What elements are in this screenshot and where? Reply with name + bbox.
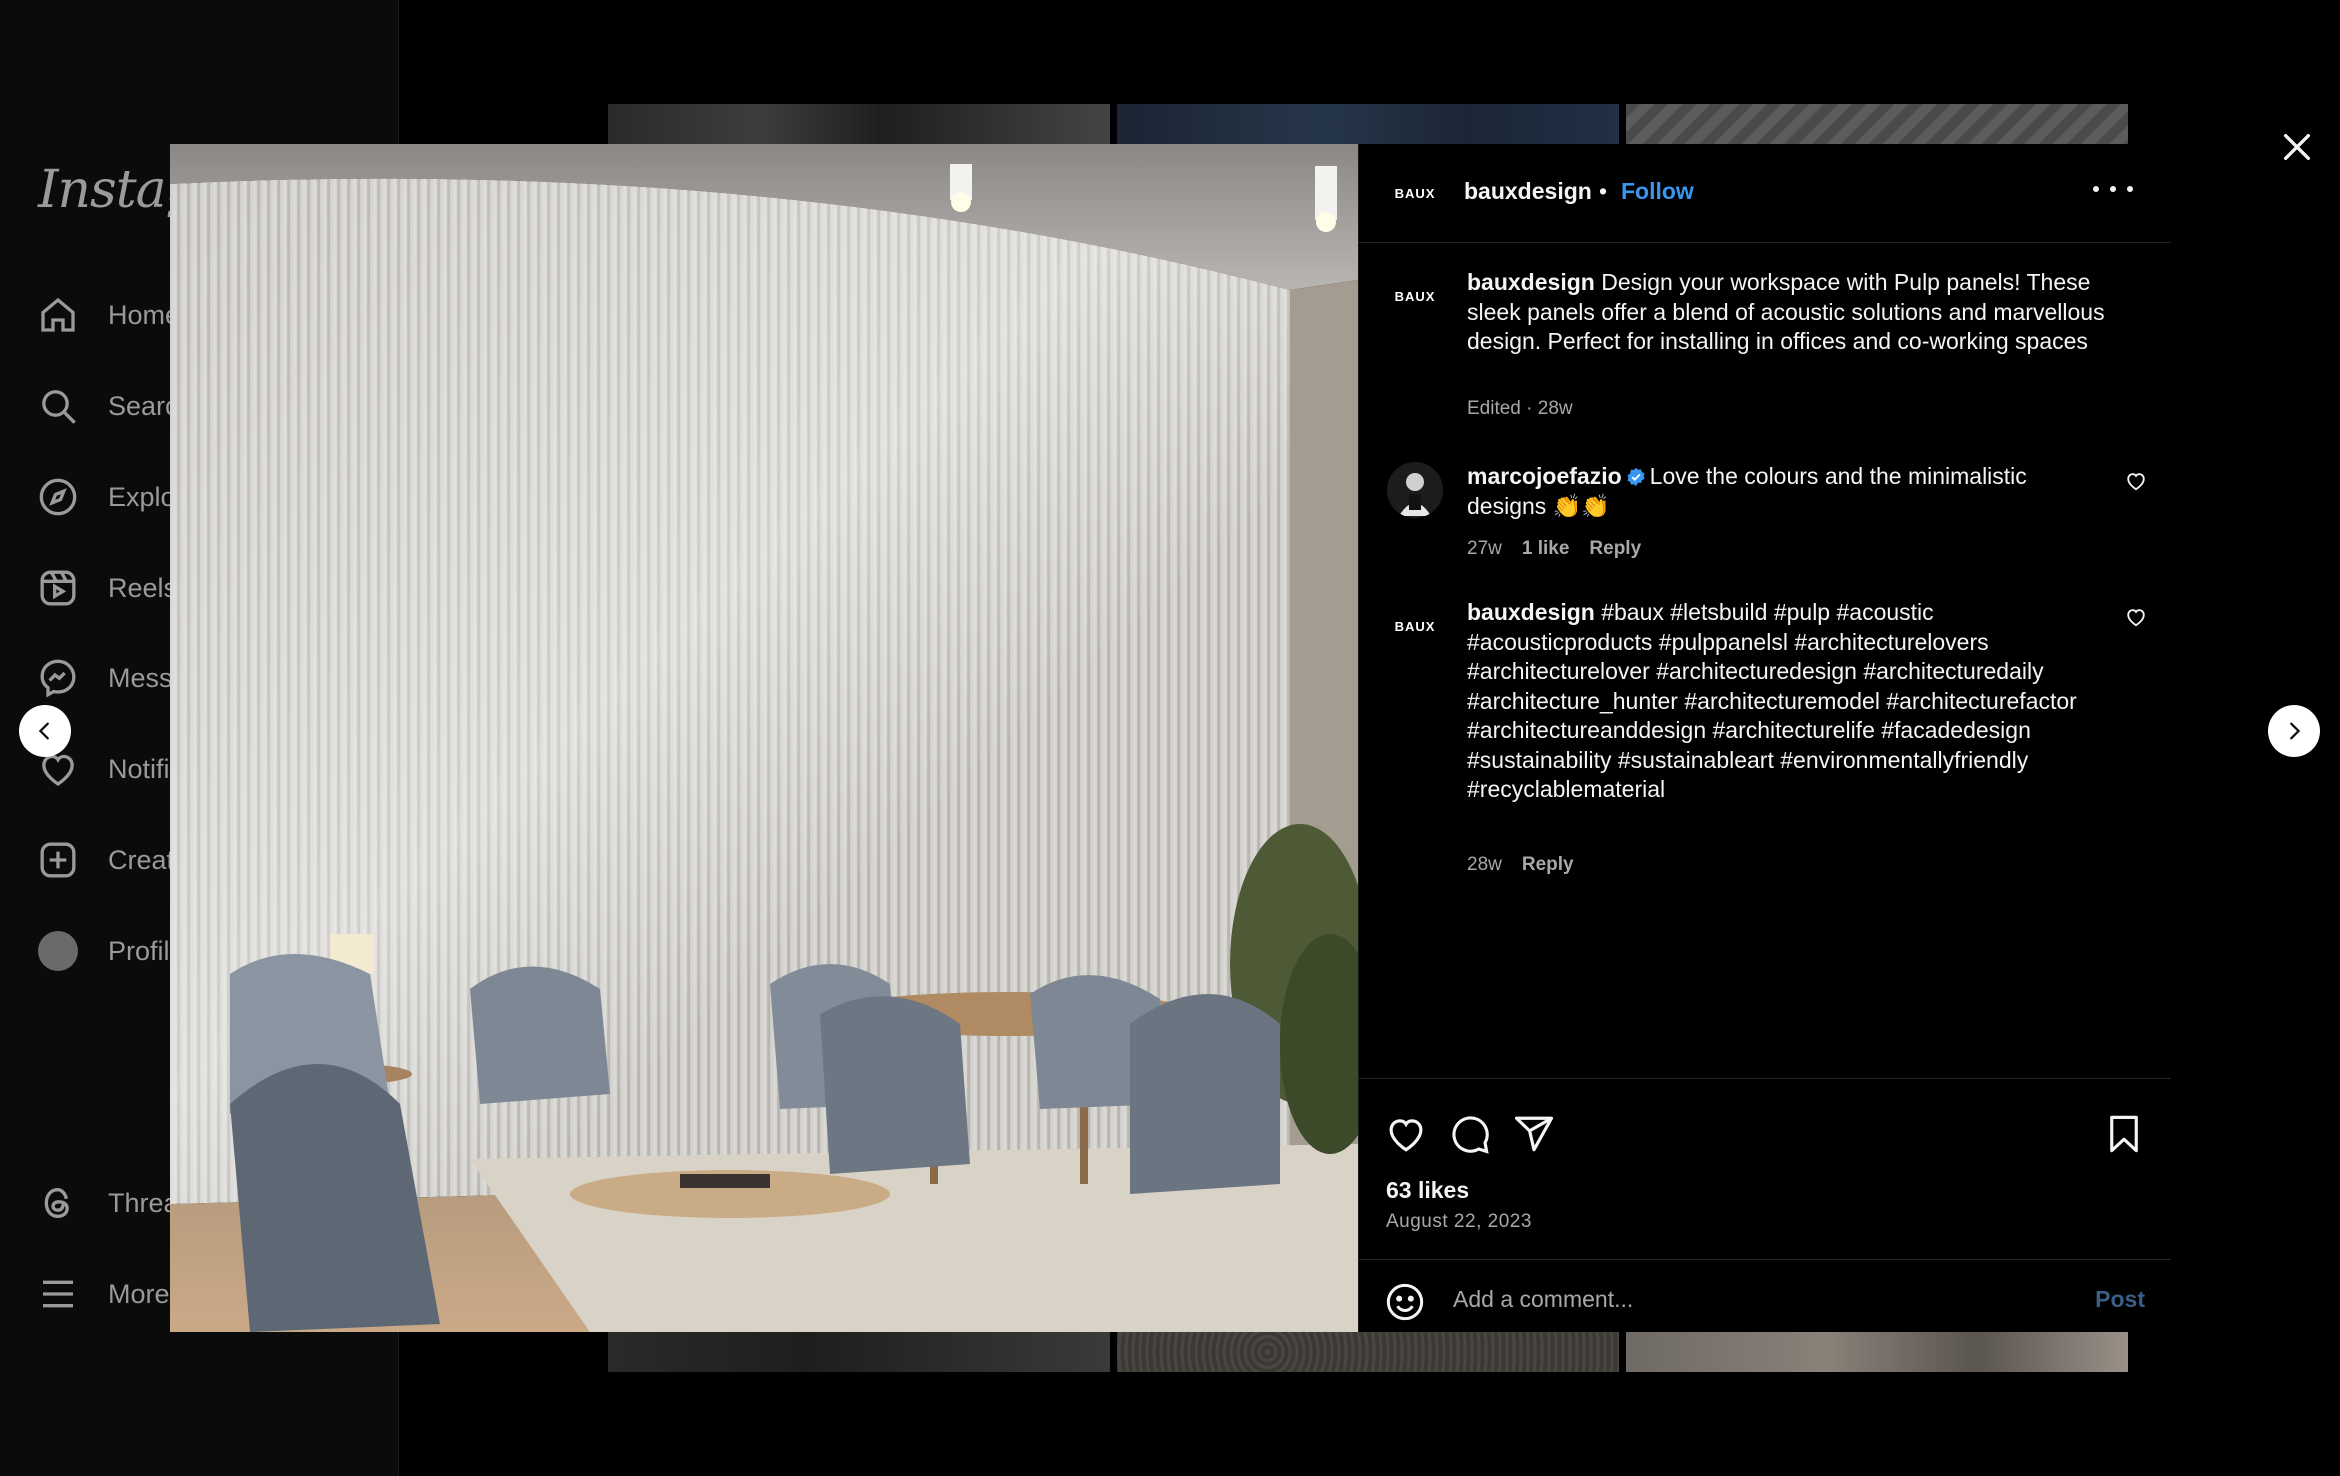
like-heart-icon[interactable] [1385, 1113, 1427, 1155]
post-photo [170, 144, 1358, 1332]
caption-timestamp: Edited · 28w [1467, 398, 1573, 419]
comment-bubble-icon[interactable] [1449, 1113, 1491, 1155]
comment-username[interactable]: bauxdesign [1467, 599, 1595, 625]
compass-icon [39, 478, 77, 516]
more-options-icon[interactable] [2093, 174, 2133, 204]
avatar[interactable]: BAUX [1387, 268, 1443, 324]
comment-username[interactable]: marcojoefazio [1467, 463, 1622, 489]
comment-meta: 28w Reply [1467, 854, 1574, 876]
chevron-left-icon [38, 722, 49, 740]
reels-icon [40, 570, 76, 606]
separator-dot: • [1599, 178, 1608, 204]
post-image[interactable] [170, 144, 1358, 1332]
caption-username[interactable]: bauxdesign [1467, 269, 1595, 295]
grid-thumbnail[interactable] [608, 1332, 1110, 1372]
sidebar-item-more[interactable]: More [38, 1264, 170, 1324]
reply-button[interactable]: Reply [1522, 854, 1574, 876]
comment-timestamp: 27w [1467, 538, 1502, 559]
comment-meta: 27w 1 like Reply [1467, 538, 1641, 560]
post-details-panel: BAUX bauxdesign • Follow BAUX bauxdesign… [1358, 144, 2171, 1332]
grid-thumbnail[interactable] [1626, 104, 2128, 144]
grid-thumbnail[interactable] [608, 104, 1110, 144]
close-icon[interactable] [2280, 130, 2314, 164]
bookmark-icon[interactable] [2103, 1113, 2145, 1155]
search-icon [42, 390, 76, 424]
next-post-button[interactable] [2268, 705, 2320, 757]
sidebar-item-home[interactable]: Home [38, 285, 180, 345]
chevron-right-icon [2290, 722, 2301, 740]
post-header: BAUX bauxdesign • Follow [1359, 144, 2171, 243]
avatar[interactable] [1387, 462, 1443, 518]
menu-icon [43, 1280, 73, 1308]
comment-body: #baux #letsbuild #pulp #acoustic #acoust… [1467, 599, 2077, 802]
emoji-icon[interactable] [1385, 1282, 1425, 1322]
previous-post-button[interactable] [19, 705, 71, 757]
sidebar-item-label: More [108, 1278, 170, 1309]
comment-likes-link[interactable]: 1 like [1522, 538, 1570, 560]
share-send-icon[interactable] [1513, 1113, 1555, 1155]
comment-timestamp: 28w [1467, 854, 1502, 875]
grid-thumbnail[interactable] [1117, 104, 1619, 144]
reply-button[interactable]: Reply [1589, 538, 1641, 560]
likes-count[interactable]: 63 likes [1386, 1177, 1469, 1204]
post-date: August 22, 2023 [1386, 1211, 1532, 1232]
caption-meta: Edited · 28w [1467, 398, 1573, 420]
home-icon [41, 297, 75, 332]
sidebar-item-label: Reels [108, 572, 178, 603]
comment-text: bauxdesign #baux #letsbuild #pulp #acous… [1467, 598, 2107, 805]
messenger-icon [40, 659, 76, 698]
grid-thumbnail[interactable] [1117, 1332, 1619, 1372]
avatar[interactable]: BAUX [1387, 165, 1443, 221]
sidebar-item-reels[interactable]: Reels [38, 558, 177, 618]
avatar [38, 931, 78, 971]
grid-thumbnail[interactable] [1626, 1332, 2128, 1372]
avatar[interactable]: BAUX [1387, 598, 1443, 654]
post-actions: 63 likes August 22, 2023 Post [1359, 1078, 2171, 1333]
verified-badge-icon [1627, 467, 1645, 487]
threads-icon [44, 1187, 69, 1219]
post-comment-button[interactable]: Post [2095, 1286, 2145, 1313]
add-comment-input[interactable] [1451, 1278, 2055, 1320]
plus-square-icon [40, 842, 76, 878]
like-comment-heart-icon[interactable] [2125, 470, 2147, 492]
caption-text: bauxdesign Design your workspace with Pu… [1467, 268, 2107, 357]
sidebar-item-create[interactable]: Create [38, 830, 189, 890]
sidebar-item-profile[interactable]: Profile [38, 921, 185, 981]
add-comment-row: Post [1359, 1259, 2171, 1334]
like-comment-heart-icon[interactable] [2125, 606, 2147, 628]
comment-text: marcojoefazio Love the colours and the mi… [1467, 462, 2107, 521]
post-author-username[interactable]: bauxdesign [1464, 178, 1592, 205]
follow-button[interactable]: Follow [1621, 178, 1694, 205]
